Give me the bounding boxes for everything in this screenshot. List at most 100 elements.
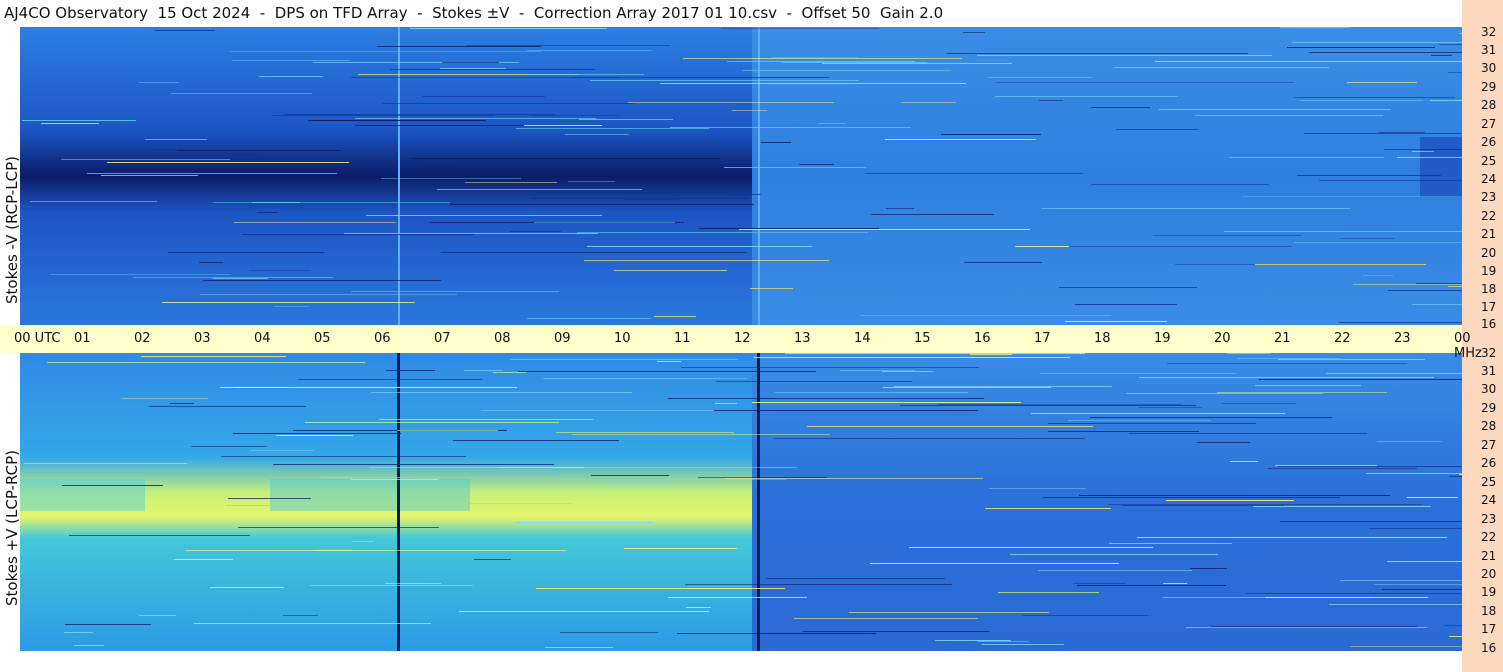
noise-streak [1416, 283, 1462, 284]
noise-streak [572, 434, 830, 435]
freq-top-28: 28 [1481, 98, 1497, 112]
freq-bottom-25: 25 [1481, 475, 1497, 489]
freq-top-21: 21 [1481, 227, 1497, 241]
noise-streak [727, 61, 915, 62]
noise-streak [437, 189, 642, 190]
noise-streak [369, 467, 584, 468]
noise-streak [871, 214, 994, 215]
freq-bottom-26: 26 [1481, 456, 1497, 470]
noise-streak [1280, 521, 1462, 522]
noise-streak [210, 587, 284, 588]
noise-streak [177, 150, 340, 151]
noise-streak [1090, 417, 1332, 418]
noise-streak [213, 202, 450, 203]
noise-streak [1280, 27, 1350, 28]
spectrogram-bottom-svg [20, 353, 1462, 651]
time-label-08: 08 [494, 331, 511, 346]
noise-streak [742, 70, 951, 71]
noise-streak [1369, 528, 1462, 529]
noise-streak [716, 381, 912, 382]
noise-streak [668, 398, 984, 399]
freq-bottom-17: 17 [1481, 622, 1497, 636]
noise-streak [168, 252, 324, 253]
noise-streak [234, 387, 517, 388]
noise-streak [686, 607, 711, 608]
noise-streak [24, 463, 187, 464]
noise-streak [1153, 235, 1301, 236]
noise-streak [149, 406, 306, 407]
noise-streak [657, 361, 681, 362]
noise-streak [1217, 392, 1387, 393]
noise-streak [654, 316, 696, 317]
noise-streak [466, 45, 670, 46]
noise-streak [1347, 82, 1417, 83]
noise-streak [1129, 433, 1367, 434]
noise-streak [1163, 583, 1187, 584]
noise-streak [660, 83, 966, 84]
noise-streak [1166, 500, 1294, 501]
noise-streak [724, 167, 866, 168]
noise-streak [355, 125, 539, 126]
time-label-03: 03 [194, 331, 211, 346]
noise-streak [22, 120, 136, 121]
noise-streak [133, 277, 333, 278]
noise-streak [1065, 321, 1167, 322]
noise-streak [977, 641, 1029, 642]
noise-streak [739, 229, 1030, 230]
noise-streak [186, 550, 352, 551]
noise-streak [352, 541, 374, 542]
noise-streak [150, 149, 184, 150]
noise-streak [1339, 322, 1462, 323]
noise-streak [516, 128, 709, 129]
time-label-00-utc: 00 UTC [14, 331, 61, 346]
noise-streak [1195, 115, 1383, 116]
noise-streak [799, 164, 834, 165]
noise-streak [442, 62, 499, 63]
noise-streak [556, 432, 734, 433]
noise-streak [1444, 625, 1462, 626]
freq-top-17: 17 [1481, 300, 1497, 314]
noise-streak [1459, 33, 1462, 34]
noise-streak [1387, 561, 1462, 562]
noise-streak [714, 410, 978, 411]
noise-streak [1139, 377, 1434, 378]
noise-streak [750, 288, 793, 289]
noise-streak [47, 362, 365, 363]
noise-streak [518, 371, 816, 372]
time-label-06: 06 [374, 331, 391, 346]
noise-streak [1278, 466, 1462, 467]
noise-streak [1407, 497, 1458, 498]
time-label-12: 12 [734, 331, 751, 346]
noise-streak [1010, 554, 1218, 555]
noise-streak [272, 115, 494, 116]
bottom-panel-label-container: Stokes +V (LCP-RCP) [0, 353, 21, 651]
noise-streak [74, 645, 104, 646]
noise-streak [1075, 304, 1177, 305]
time-label-07: 07 [434, 331, 451, 346]
noise-streak [450, 204, 754, 205]
freq-top-31: 31 [1481, 43, 1497, 57]
noise-streak [698, 477, 827, 478]
noise-streak [900, 405, 1196, 406]
noise-streak [963, 32, 985, 33]
noise-streak [1038, 570, 1192, 571]
noise-streak [242, 234, 474, 235]
noise-streak [988, 77, 1092, 78]
noise-streak [30, 201, 157, 202]
noise-streak [870, 563, 1119, 564]
noise-streak [752, 402, 1021, 403]
noise-streak [849, 612, 1049, 613]
noise-streak [1449, 476, 1462, 477]
noise-streak [250, 450, 314, 451]
noise-streak [1412, 151, 1434, 152]
noise-streak [316, 550, 566, 551]
noise-streak [591, 475, 669, 476]
noise-streak [194, 623, 431, 624]
time-label-16: 16 [974, 331, 991, 346]
freq-bottom-30: 30 [1481, 382, 1497, 396]
noise-streak [1122, 505, 1284, 506]
noise-streak [145, 139, 207, 140]
noise-streak [101, 175, 198, 176]
noise-streak [259, 76, 323, 77]
freq-bottom-23: 23 [1481, 512, 1497, 526]
